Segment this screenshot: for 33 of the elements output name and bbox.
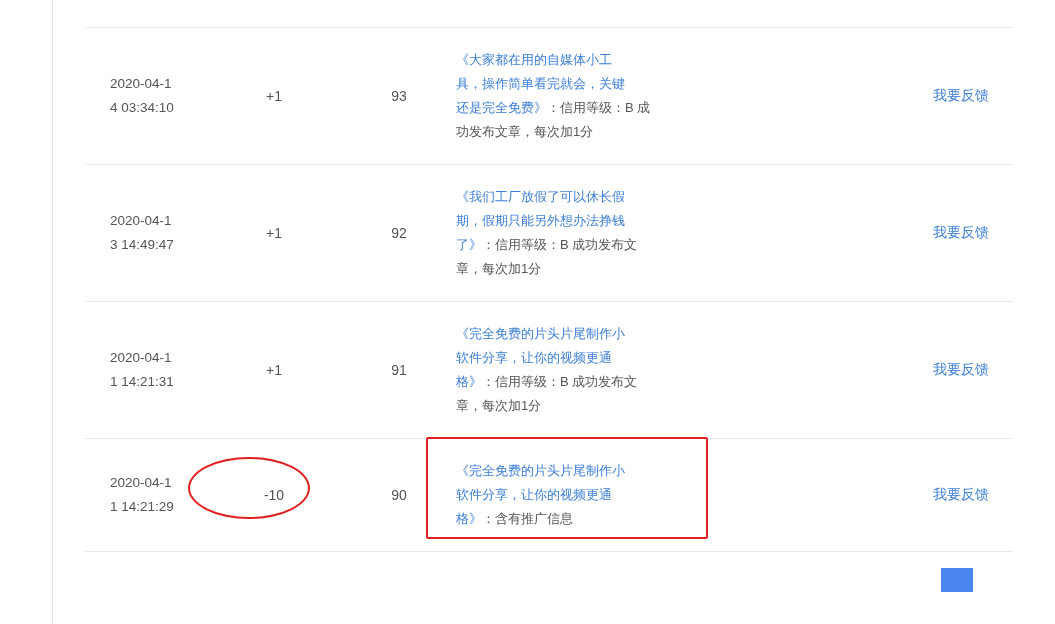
article-link[interactable]: 《完全免费的片头片尾制作小 xyxy=(456,322,625,346)
article-link[interactable]: 具，操作简单看完就会，关键 xyxy=(456,72,625,96)
description-text: 《我们工厂放假了可以休长假 期，假期只能另外想办法挣钱 了》：信用等级：B 成功发布文章，每次加1分 xyxy=(456,185,652,281)
description-text: 《大家都在用的自媒体小工 具，操作简单看完就会，关键 还是完全免费》：信用等级：B 成功发布文章，每次加1分 xyxy=(456,48,652,144)
article-link[interactable]: 《完全免费的片头片尾制作小 xyxy=(456,459,625,483)
feedback-link[interactable]: 我要反馈 xyxy=(933,486,989,504)
time-cell-text: 2020-04-13 14:49:47 xyxy=(110,212,175,254)
time-cell-text: 2020-04-11 14:21:29 xyxy=(110,474,175,516)
article-link[interactable]: 软件分享，让你的视频更通 xyxy=(456,483,612,507)
article-link[interactable]: 格》 xyxy=(456,370,482,394)
feedback-link[interactable]: 我要反馈 xyxy=(933,361,989,379)
article-link[interactable]: 期，假期只能另外想办法挣钱 xyxy=(456,209,625,233)
change-cell: +1 xyxy=(266,225,282,241)
article-link[interactable]: 《我们工厂放假了可以休长假 xyxy=(456,185,625,209)
article-link[interactable]: 还是完全免费》 xyxy=(456,96,547,120)
article-link[interactable]: 了》 xyxy=(456,233,482,257)
score-cell-text: 93 xyxy=(390,88,408,104)
feedback-link[interactable]: 我要反馈 xyxy=(933,87,989,105)
description-text: 《完全免费的片头片尾制作小 软件分享，让你的视频更通 格》：信用等级：B 成功发布文章，每次加1分 xyxy=(456,322,652,418)
change-cell: +1 xyxy=(266,362,282,378)
page-button[interactable] xyxy=(941,568,973,592)
article-link[interactable]: 《大家都在用的自媒体小工 xyxy=(456,48,612,72)
time-cell-text: 2020-04-14 03:34:10 xyxy=(110,75,175,117)
score-cell-text: 91 xyxy=(390,362,408,378)
score-cell-text: 92 xyxy=(390,225,408,241)
change-cell: +1 xyxy=(266,88,282,104)
description-text: 《完全免费的片头片尾制作小 软件分享，让你的视频更通 格》：含有推广信息 xyxy=(456,459,652,531)
change-cell: -10 xyxy=(263,487,285,503)
article-link[interactable]: 软件分享，让你的视频更通 xyxy=(456,346,612,370)
time-cell-text: 2020-04-11 14:21:31 xyxy=(110,349,175,391)
article-link[interactable]: 格》 xyxy=(456,507,482,531)
score-cell-text: 90 xyxy=(390,487,408,503)
feedback-link[interactable]: 我要反馈 xyxy=(933,224,989,242)
